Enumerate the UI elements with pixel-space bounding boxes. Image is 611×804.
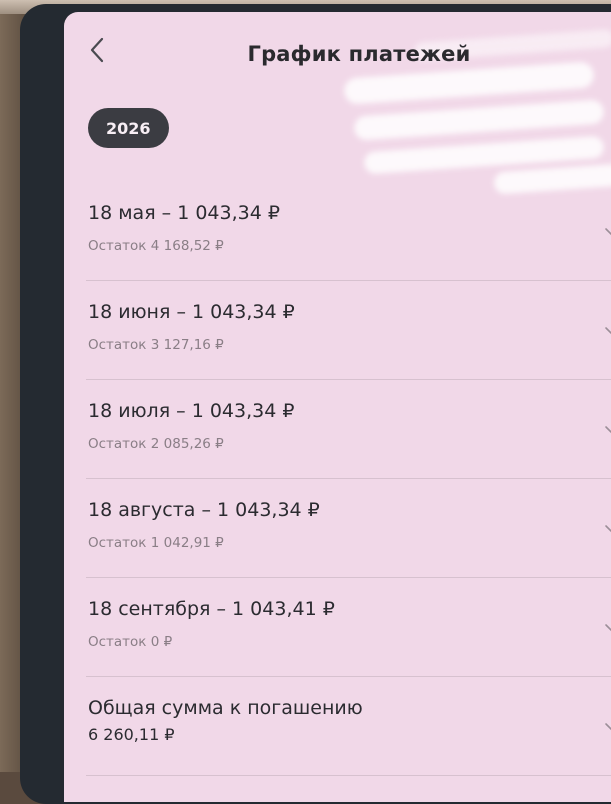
chevron-down-icon (604, 519, 611, 533)
total-repayment-row[interactable]: Общая сумма к погашению 6 260,11 ₽ (86, 677, 611, 776)
payment-row[interactable]: 18 сентября – 1 043,41 ₽ Остаток 0 ₽ (86, 578, 611, 677)
chevron-down-icon (604, 717, 611, 731)
payment-remaining: Остаток 2 085,26 ₽ (88, 436, 224, 452)
payment-date-amount: 18 августа – 1 043,34 ₽ (88, 499, 320, 521)
payment-row[interactable]: 18 июня – 1 043,34 ₽ Остаток 3 127,16 ₽ (86, 281, 611, 380)
chevron-down-icon (604, 618, 611, 632)
payment-remaining: Остаток 1 042,91 ₽ (88, 535, 224, 551)
payment-row[interactable]: 18 мая – 1 043,34 ₽ Остаток 4 168,52 ₽ (86, 182, 611, 281)
payment-date-amount: 18 июля – 1 043,34 ₽ (88, 400, 295, 422)
app-header: График платежей (64, 12, 611, 102)
payment-remaining: Остаток 4 168,52 ₽ (88, 238, 224, 254)
payment-remaining: Остаток 3 127,16 ₽ (88, 337, 224, 353)
chevron-down-icon (604, 222, 611, 236)
total-label: Общая сумма к погашению (88, 697, 363, 719)
page-title: График платежей (247, 42, 471, 66)
payment-date-amount: 18 июня – 1 043,34 ₽ (88, 301, 295, 323)
screen-reflection (353, 99, 605, 141)
payment-date-amount: 18 мая – 1 043,34 ₽ (88, 202, 280, 224)
payment-remaining: Остаток 0 ₽ (88, 634, 173, 650)
total-value: 6 260,11 ₽ (88, 725, 175, 744)
payment-row[interactable]: 18 августа – 1 043,34 ₽ Остаток 1 042,91… (86, 479, 611, 578)
year-filter-chip[interactable]: 2026 (88, 108, 169, 148)
payment-row[interactable]: 18 июля – 1 043,34 ₽ Остаток 2 085,26 ₽ (86, 380, 611, 479)
phone-screen: График платежей 2026 18 мая – 1 043,34 ₽… (64, 12, 611, 802)
chevron-down-icon (604, 420, 611, 434)
payment-date-amount: 18 сентября – 1 043,41 ₽ (88, 598, 335, 620)
chevron-down-icon (604, 321, 611, 335)
payment-schedule-list: 18 мая – 1 043,34 ₽ Остаток 4 168,52 ₽ 1… (64, 182, 611, 776)
